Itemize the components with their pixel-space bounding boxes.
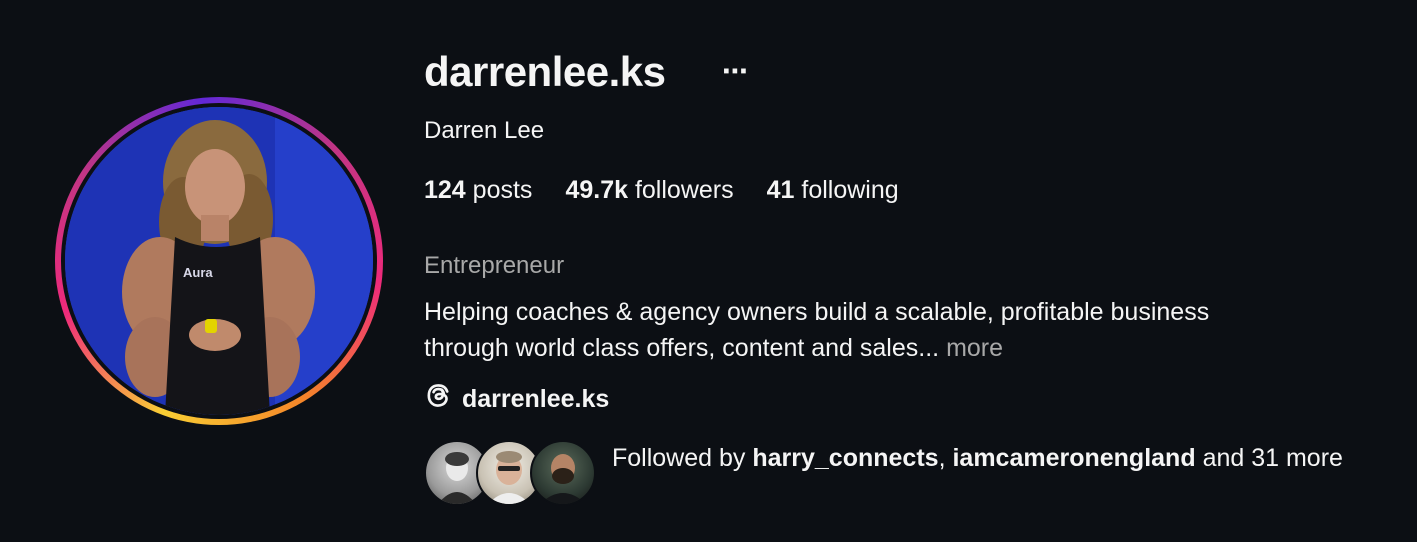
bio-more-link[interactable]: more <box>946 334 1003 362</box>
threads-link[interactable]: darrenlee.ks <box>424 381 609 417</box>
bio-line-1: Helping coaches & agency owners build a … <box>424 298 1210 326</box>
avatar-shirt-logo: Aura <box>183 265 213 280</box>
mutual-follower-avatar <box>530 440 596 506</box>
profile-header: Aura darrenlee.ks ⋯ Darren Lee 124 posts… <box>0 0 1417 542</box>
followed-by-user-2[interactable]: iamcameronengland <box>952 444 1195 472</box>
threads-handle: darrenlee.ks <box>462 384 610 413</box>
followed-by-suffix: and 31 more <box>1202 444 1343 472</box>
mutual-followers-avatars <box>424 440 600 506</box>
profile-full-name: Darren Lee <box>424 117 545 144</box>
posts-count: 124 <box>424 176 466 204</box>
following-count: 41 <box>766 176 795 204</box>
followers-count: 49.7k <box>565 176 628 204</box>
profile-avatar-story-ring[interactable]: Aura <box>55 97 383 425</box>
followed-by-user-1[interactable]: harry_connects <box>752 444 938 472</box>
following-stat[interactable]: 41 following <box>767 176 899 205</box>
bio-line-2-text: through world class offers, content and … <box>424 334 940 362</box>
followed-by-text: Followed by harry_connects, iamcameronen… <box>612 440 1382 476</box>
following-label: following <box>801 176 899 204</box>
profile-avatar[interactable]: Aura <box>65 107 373 415</box>
profile-username: darrenlee.ks <box>424 48 666 95</box>
followers-label: followers <box>634 176 734 204</box>
more-options-icon[interactable]: ⋯ <box>722 58 748 84</box>
avatar-photo-illustration <box>65 107 373 415</box>
followers-stat[interactable]: 49.7k followers <box>565 176 733 205</box>
profile-stats: 124 posts 49.7k followers 41 following <box>424 176 899 205</box>
profile-bio: Helping coaches & agency owners build a … <box>424 294 1374 366</box>
posts-stat[interactable]: 124 posts <box>424 176 532 205</box>
threads-icon <box>424 381 453 417</box>
followed-by-separator: , <box>938 444 946 472</box>
bio-line-2: through world class offers, content and … <box>424 330 1374 366</box>
profile-category: Entrepreneur <box>424 252 565 279</box>
posts-label: posts <box>472 176 533 204</box>
followed-by-prefix: Followed by <box>612 444 746 472</box>
followed-by-section[interactable]: Followed by harry_connects, iamcameronen… <box>424 440 1382 506</box>
